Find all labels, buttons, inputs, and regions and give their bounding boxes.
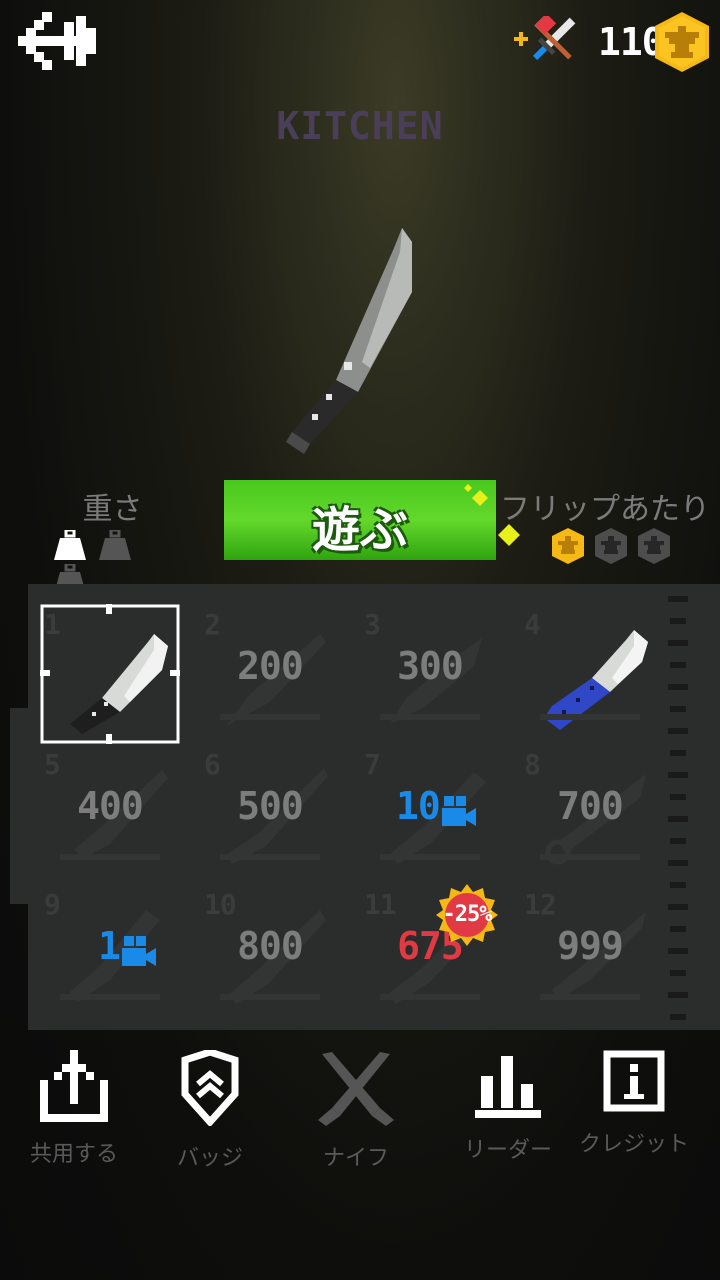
nav-knives[interactable]: ナイフ (286, 1050, 426, 1180)
kitchen-knife-icon (286, 228, 412, 454)
selection-frame (40, 604, 180, 744)
nav-credits-label: クレジット (578, 1132, 689, 1157)
nav-credits[interactable]: クレジット (564, 1050, 704, 1180)
sword-axe-plus-icon[interactable] (512, 16, 578, 66)
nav-badges-label: バッジ (176, 1146, 243, 1171)
info-icon (603, 1050, 665, 1112)
eagle-coin-icon (638, 528, 671, 564)
slot-underline (380, 854, 480, 860)
eagle-coin-icon (655, 12, 709, 72)
slot-underline (380, 994, 480, 1000)
play-button-label: 遊ぶ (311, 502, 408, 558)
knife-slot-4[interactable]: 4 (520, 604, 660, 744)
knife-price-video: 1 (98, 924, 121, 968)
knife-price: 500 (237, 784, 304, 828)
leaderboard-icon (475, 1056, 541, 1118)
nav-leaderboard-label: リーダー (463, 1138, 552, 1163)
slot-underline (540, 854, 640, 860)
knife-slot-5[interactable]: 5 400 (40, 744, 180, 884)
crossed-knives-icon (318, 1052, 394, 1126)
weight-label: 重さ (82, 492, 143, 527)
play-button[interactable]: 遊ぶ (224, 480, 496, 560)
nav-share[interactable]: 共用する (4, 1050, 144, 1180)
slot-underline (60, 854, 160, 860)
knife-price: 999 (557, 924, 624, 968)
discount-label: -25% (442, 902, 493, 927)
knife-slot-8[interactable]: 8 700 (520, 744, 660, 884)
slot-underline (220, 994, 320, 1000)
slot-underline (220, 854, 320, 860)
knife-slot-6[interactable]: 6 500 (200, 744, 340, 884)
knife-slot-7[interactable]: 7 10 (360, 744, 500, 884)
coin-count: 110 (598, 20, 665, 64)
nav-badges[interactable]: バッジ (140, 1050, 280, 1180)
flip-reward-meter (552, 528, 682, 564)
knife-slot-3[interactable]: 3 300 (360, 604, 500, 744)
video-camera-icon (122, 936, 156, 966)
slot-underline (380, 714, 480, 720)
eagle-coin-icon (552, 528, 584, 564)
knife-name-title: KITCHEN (276, 104, 444, 148)
knife-price: 300 (397, 644, 464, 688)
sparkle-icon (464, 484, 488, 506)
slot-underline (540, 714, 640, 720)
video-camera-icon (442, 796, 476, 826)
nav-knives-label: ナイフ (322, 1146, 389, 1171)
panel-ruler (668, 596, 688, 1020)
nav-share-label: 共用する (29, 1142, 118, 1167)
badge-shield-icon (181, 1050, 239, 1126)
weight-icon (99, 530, 132, 560)
slot-underline (220, 714, 320, 720)
nav-leaderboard[interactable]: リーダー (438, 1050, 578, 1180)
knife-price: 400 (77, 784, 144, 828)
eagle-coin-icon (595, 528, 628, 564)
knife-slot-2[interactable]: 2 200 (200, 604, 340, 744)
panel-edge (10, 708, 30, 904)
knife-slot-12[interactable]: 12 999 (520, 884, 660, 1024)
weight-icon (54, 530, 86, 560)
weight-meter (54, 530, 174, 594)
back-arrow-icon[interactable] (18, 12, 98, 70)
slot-underline (540, 994, 640, 1000)
knife-price-video: 10 (396, 784, 441, 828)
slot-underline (60, 994, 160, 1000)
knife-slot-10[interactable]: 10 800 (200, 884, 340, 1024)
flip-reward-label: フリップあたり (500, 492, 710, 527)
knife-slot-9[interactable]: 9 1 (40, 884, 180, 1024)
knife-price: 700 (557, 784, 624, 828)
knife-price: 200 (237, 644, 304, 688)
share-icon (40, 1050, 108, 1122)
knife-price: 800 (237, 924, 304, 968)
